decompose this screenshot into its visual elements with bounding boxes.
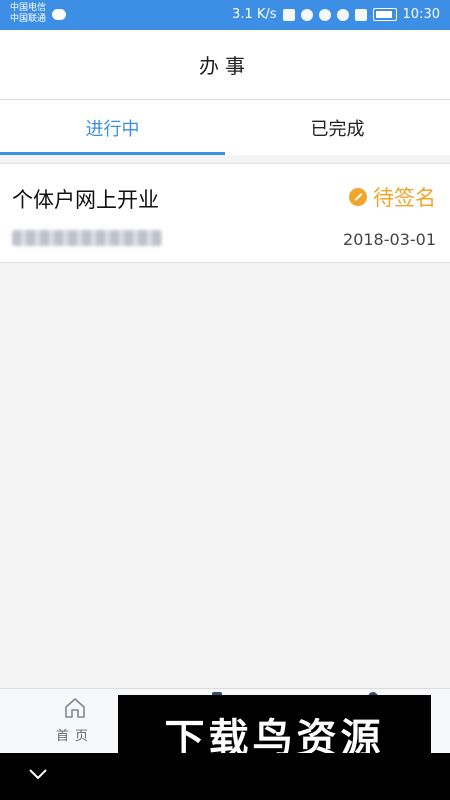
home-icon xyxy=(65,698,85,718)
status-indicators: 3.1 K/s 10:30 xyxy=(232,7,440,22)
page-header: 办事 xyxy=(0,30,450,100)
net-speed: 3.1 K/s xyxy=(232,7,277,22)
carrier-1: 中国电信 xyxy=(10,3,47,13)
tab-completed-label: 已完成 xyxy=(310,118,365,140)
chevron-down-icon[interactable] xyxy=(28,767,48,781)
clock-time: 10:30 xyxy=(402,7,440,22)
alarm-icon xyxy=(300,8,313,21)
task-list: 个体户网上开业 待签名 2018-03-01 xyxy=(0,163,450,263)
pen-icon xyxy=(349,188,367,206)
active-tab-indicator xyxy=(0,152,225,155)
carrier-2: 中国联通 xyxy=(10,14,47,24)
item-date: 2018-03-01 xyxy=(343,230,436,249)
status-label: 待签名 xyxy=(373,186,436,210)
battery-icon xyxy=(372,8,397,21)
tab-bar: 进行中 已完成 xyxy=(0,100,450,155)
carrier-info: 中国电信 中国联通 xyxy=(10,3,46,25)
redacted-subtitle xyxy=(12,230,162,246)
status-badge: 待签名 xyxy=(349,182,436,212)
item-title: 个体户网上开业 xyxy=(12,188,159,212)
tab-in-progress[interactable]: 进行中 xyxy=(0,100,225,155)
nav-home[interactable]: 首页 xyxy=(40,694,110,750)
wifi-icon xyxy=(336,8,349,21)
status-bar: 中国电信 中国联通 3.1 K/s 10:30 xyxy=(0,0,450,30)
tab-in-progress-label: 进行中 xyxy=(85,118,140,140)
list-item[interactable]: 个体户网上开业 待签名 2018-03-01 xyxy=(0,164,450,262)
system-nav-bar xyxy=(0,753,450,800)
signal-icon xyxy=(354,8,367,21)
nav-home-label: 首页 xyxy=(55,729,94,744)
tab-completed[interactable]: 已完成 xyxy=(225,100,450,155)
eye-icon xyxy=(318,8,331,21)
wechat-icon xyxy=(52,9,66,20)
vibrate-icon xyxy=(282,8,295,21)
page-title: 办事 xyxy=(199,54,251,78)
